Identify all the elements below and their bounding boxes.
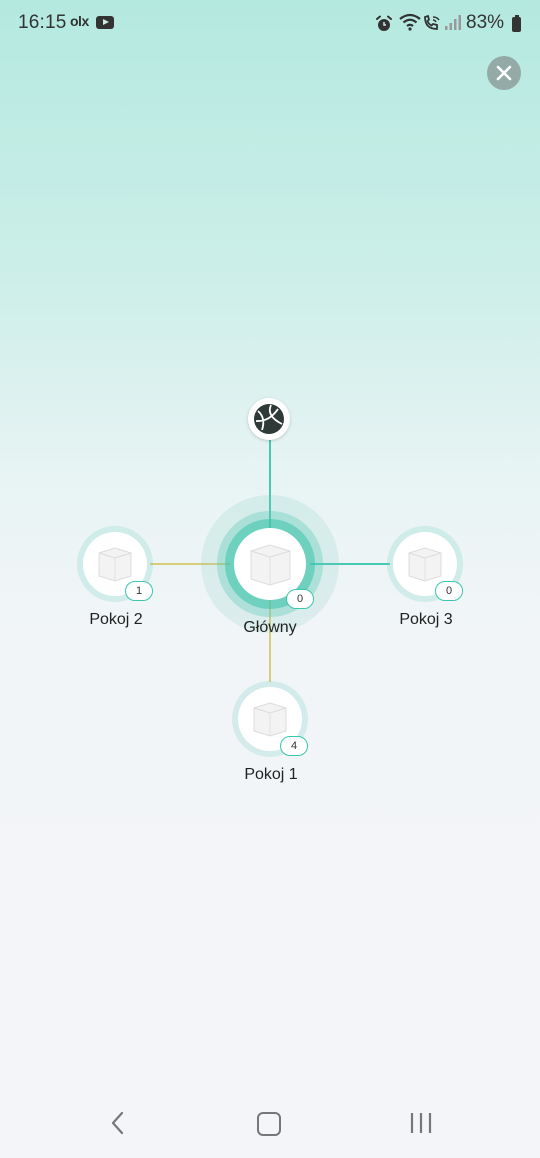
- back-icon[interactable]: [108, 1110, 128, 1136]
- router-cube-icon: [253, 702, 287, 737]
- pokoj1-client-badge: 4: [280, 736, 308, 756]
- globe-icon: [254, 404, 284, 434]
- pokoj1-label: Pokoj 1: [244, 766, 298, 783]
- router-cube-icon: [250, 544, 291, 586]
- router-cube-icon: [98, 547, 132, 582]
- pokoj2-client-badge: 1: [125, 581, 153, 601]
- recents-icon[interactable]: [408, 1112, 434, 1134]
- main-node-client-badge: 0: [286, 589, 314, 609]
- internet-node[interactable]: [248, 398, 290, 440]
- navigation-bar: [0, 1090, 540, 1158]
- pokoj2-label: Pokoj 2: [89, 611, 143, 628]
- main-node-label: Główny: [243, 619, 297, 636]
- pokoj3-client-badge: 0: [435, 581, 463, 601]
- router-cube-icon: [408, 547, 442, 582]
- home-icon[interactable]: [257, 1112, 281, 1136]
- pokoj3-label: Pokoj 3: [399, 611, 453, 628]
